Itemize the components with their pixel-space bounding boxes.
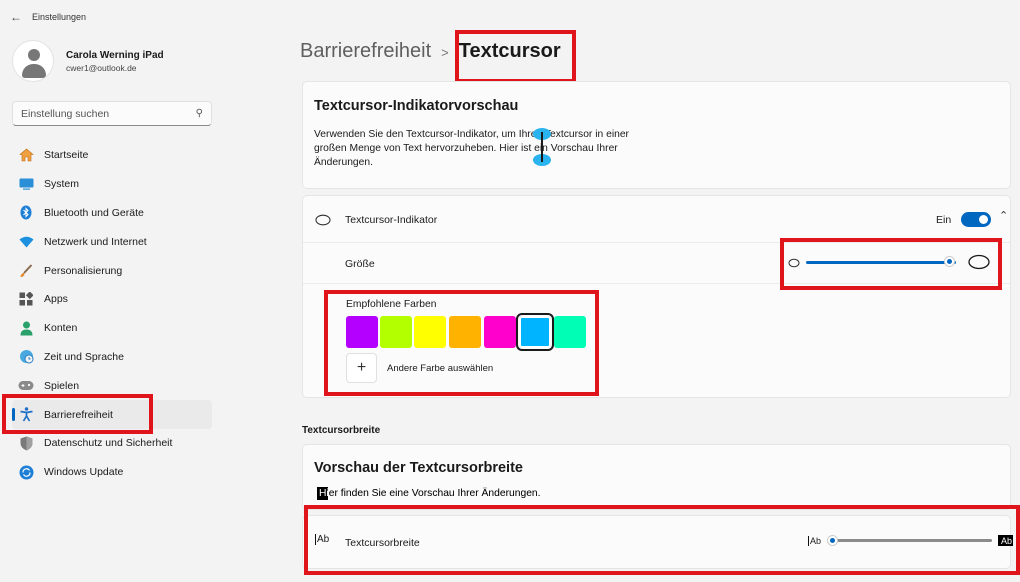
sidebar-item-system[interactable]: System xyxy=(12,170,212,199)
sidebar-item-label: Bluetooth und Geräte xyxy=(44,206,144,219)
sidebar-item-label: Apps xyxy=(44,293,68,306)
avatar xyxy=(12,40,54,82)
size-large-icon xyxy=(968,254,990,270)
cursor-indicator-preview-card: Textcursor-Indikatorvorschau Verwenden S… xyxy=(302,81,1011,189)
sidebar-item-datenschutz[interactable]: Datenschutz und Sicherheit xyxy=(12,429,212,458)
color-swatch-blue[interactable] xyxy=(516,313,554,351)
size-row: Größe xyxy=(303,244,1010,284)
window-title: Einstellungen xyxy=(32,12,87,22)
brush-icon xyxy=(18,263,34,279)
sidebar-item-label: Windows Update xyxy=(44,466,124,479)
width-preview-text: Hier finden Sie eine Vorschau Ihrer Ände… xyxy=(317,487,541,500)
size-slider-thumb[interactable] xyxy=(943,256,955,267)
settings-search[interactable]: ⚲ xyxy=(12,101,212,126)
page-title: Textcursor xyxy=(458,40,561,62)
sidebar-item-label: Barrierefreiheit xyxy=(44,408,113,421)
person-icon xyxy=(18,320,34,336)
color-swatch-teal[interactable] xyxy=(554,316,586,348)
gamepad-icon xyxy=(18,378,34,394)
chevron-up-icon[interactable]: ⌃ xyxy=(999,209,1008,222)
width-max-icon: Ab xyxy=(998,535,1014,546)
sidebar-item-spielen[interactable]: Spielen xyxy=(12,371,212,400)
sidebar-item-label: Spielen xyxy=(44,379,80,392)
sidebar-item-label: Startseite xyxy=(44,149,89,162)
custom-color-button[interactable]: + xyxy=(346,353,377,383)
color-swatch-yellow[interactable] xyxy=(414,316,446,348)
sidebar-item-label: System xyxy=(44,178,80,191)
wifi-icon xyxy=(18,234,34,250)
cursor-width-label: Textcursorbreite xyxy=(345,537,420,549)
width-preview-title: Vorschau der Textcursorbreite xyxy=(314,460,523,476)
sidebar-item-bluetooth[interactable]: Bluetooth und Geräte xyxy=(12,199,212,228)
cursor-indicator-toggle[interactable] xyxy=(961,212,991,227)
color-swatch-lime[interactable] xyxy=(380,316,412,348)
toggle-state-label: Ein xyxy=(936,214,952,226)
sidebar-item-label: Personalisierung xyxy=(44,264,123,277)
cursor-indicator-preview-icon xyxy=(533,128,551,166)
cursor-indicator-row[interactable]: Textcursor-Indikator Ein ⌃ xyxy=(303,196,1010,243)
width-slider-thumb[interactable] xyxy=(827,535,838,546)
search-input[interactable] xyxy=(21,107,196,120)
sidebar-item-startseite[interactable]: Startseite xyxy=(12,141,212,170)
bluetooth-icon xyxy=(18,205,34,221)
size-small-icon xyxy=(788,258,800,268)
update-icon xyxy=(18,464,34,480)
color-swatch-orange[interactable] xyxy=(449,316,481,348)
sidebar-item-label: Datenschutz und Sicherheit xyxy=(44,437,173,450)
recommended-colors-label: Empfohlene Farben xyxy=(346,299,437,310)
sidebar-item-label: Konten xyxy=(44,322,78,335)
sidebar-item-label: Zeit und Sprache xyxy=(44,350,124,363)
sidebar-item-windows-update[interactable]: Windows Update xyxy=(12,458,212,487)
back-arrow-icon[interactable]: ← xyxy=(10,10,22,24)
plus-icon: + xyxy=(356,359,367,376)
custom-color-label[interactable]: Andere Farbe auswählen xyxy=(387,363,493,374)
breadcrumb-separator: > xyxy=(441,45,449,60)
width-preview-card: Vorschau der Textcursorbreite Hier finde… xyxy=(302,444,1011,510)
sidebar-item-apps[interactable]: Apps xyxy=(12,285,212,314)
sidebar-item-netzwerk[interactable]: Netzwerk und Internet xyxy=(12,227,212,256)
accessibility-icon xyxy=(18,407,34,423)
sidebar-item-label: Netzwerk und Internet xyxy=(44,235,147,248)
cursor-width-row: Ab Textcursorbreite xyxy=(302,515,1011,569)
size-label: Größe xyxy=(345,258,375,270)
sidebar-item-konten[interactable]: Konten xyxy=(12,314,212,343)
size-slider-track[interactable] xyxy=(806,261,956,264)
shield-icon xyxy=(18,435,34,451)
profile-name: Carola Werning iPad xyxy=(66,49,164,61)
apps-icon xyxy=(18,291,34,307)
sidebar-item-barrierefreiheit[interactable]: Barrierefreiheit xyxy=(12,400,212,429)
profile-email: cwer1@outlook.de xyxy=(66,62,137,73)
width-slider-track[interactable] xyxy=(832,539,992,542)
width-min-icon: Ab xyxy=(808,536,822,546)
system-icon xyxy=(18,176,34,192)
cursor-indicator-label: Textcursor-Indikator xyxy=(345,214,438,226)
sidebar-item-personalisierung[interactable]: Personalisierung xyxy=(12,256,212,285)
cursor-width-icon: Ab xyxy=(315,534,330,545)
sidebar-nav: Startseite System Bluetooth und Geräte N… xyxy=(12,141,212,487)
titlebar: ← Einstellungen xyxy=(10,10,86,24)
preview-text: Verwenden Sie den Textcursor-Indikator, … xyxy=(314,129,629,168)
home-icon xyxy=(18,147,34,163)
width-section-heading: Textcursorbreite xyxy=(302,425,381,436)
breadcrumb-parent[interactable]: Barrierefreiheit xyxy=(300,40,431,63)
user-profile[interactable]: Carola Werning iPad cwer1@outlook.de xyxy=(12,40,164,82)
color-swatch-purple[interactable] xyxy=(346,316,378,348)
color-swatch-pink[interactable] xyxy=(484,316,516,348)
cursor-indicator-icon xyxy=(315,214,331,226)
breadcrumb: Barrierefreiheit > Textcursor xyxy=(300,40,561,63)
sidebar-item-zeit-sprache[interactable]: Zeit und Sprache xyxy=(12,343,212,372)
width-preview-sentence: Hier finden Sie eine Vorschau Ihrer Ände… xyxy=(319,488,541,499)
clock-globe-icon xyxy=(18,349,34,365)
preview-title: Textcursor-Indikatorvorschau xyxy=(314,98,519,114)
search-icon[interactable]: ⚲ xyxy=(196,108,203,119)
